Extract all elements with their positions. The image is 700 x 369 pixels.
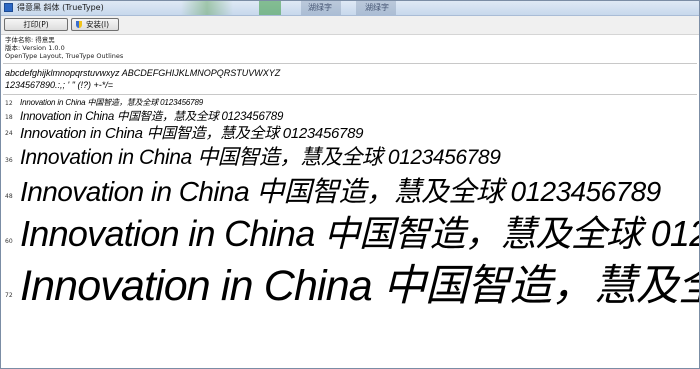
font-version-line: 版本: Version 1.0.0 (5, 44, 65, 52)
sample-line-48: Innovation in China 中国智造，慧及全球 0123456789 (20, 176, 661, 207)
background-window-fragment (259, 1, 281, 15)
toolbar: 打印(P) 安装(I) (1, 16, 699, 35)
sample-line-72: Innovation in China 中国智造，慧及全球 (20, 262, 700, 310)
app-icon (4, 3, 13, 12)
size-label: 48 (5, 193, 13, 200)
background-window-fragment (181, 1, 233, 15)
size-label: 18 (5, 114, 13, 121)
charset-digits: 1234567890.:,; ' " (!?) +-*/= (5, 80, 113, 90)
install-button[interactable]: 安装(I) (71, 18, 119, 31)
title-bar: 湖绿字 湖绿字 得意黑 斜体 (TrueType) (1, 1, 699, 16)
background-label: 湖绿字 (308, 3, 332, 12)
divider (3, 94, 697, 95)
shield-icon (76, 21, 82, 28)
divider (3, 63, 697, 64)
size-label: 72 (5, 292, 13, 299)
font-type-line: OpenType Layout, TrueType Outlines (5, 52, 124, 60)
sample-line-12: Innovation in China 中国智造，慧及全球 0123456789 (20, 98, 204, 107)
font-name-line: 字体名称: 得意黑 (5, 36, 55, 44)
size-label: 12 (5, 100, 13, 107)
background-label: 湖绿字 (365, 3, 389, 12)
install-button-label: 安装(I) (86, 20, 110, 29)
size-label: 24 (5, 130, 13, 137)
charset-letters: abcdefghijklmnopqrstuvwxyz ABCDEFGHIJKLM… (5, 68, 281, 78)
sample-line-36: Innovation in China 中国智造，慧及全球 0123456789 (20, 146, 501, 169)
size-label: 60 (5, 238, 13, 245)
print-button[interactable]: 打印(P) (4, 18, 68, 31)
sample-line-60: Innovation in China 中国智造，慧及全球 0123456 (20, 213, 699, 254)
sample-line-24: Innovation in China 中国智造，慧及全球 0123456789 (20, 125, 364, 142)
size-label: 36 (5, 157, 13, 164)
font-preview-window: 湖绿字 湖绿字 得意黑 斜体 (TrueType) 打印(P) 安装(I) 字体… (0, 0, 700, 369)
window-title: 得意黑 斜体 (TrueType) (17, 3, 104, 12)
